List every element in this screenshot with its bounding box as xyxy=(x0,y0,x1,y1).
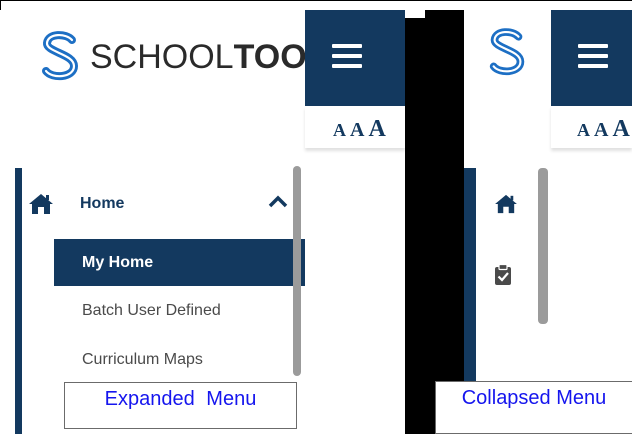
nav-item-home[interactable]: Home xyxy=(28,185,295,223)
clipboard-check-icon xyxy=(495,263,511,285)
nav-subitem-my-home-label: My Home xyxy=(82,253,154,271)
nav-accent-bar xyxy=(15,168,22,434)
collapsed-font-size-bar: A A A xyxy=(551,106,632,148)
schooltool-logo[interactable]: SCHOOLTOOL xyxy=(38,30,327,84)
collapsed-nav-home[interactable] xyxy=(494,194,518,219)
chevron-up-icon[interactable] xyxy=(268,194,288,208)
hamburger-icon[interactable] xyxy=(578,44,608,68)
collapsed-logo[interactable] xyxy=(486,24,530,87)
font-size-controls: A A A xyxy=(333,116,386,143)
nav-item-home-label: Home xyxy=(80,195,125,212)
collapsed-nav-tasks[interactable] xyxy=(494,263,512,291)
font-size-large-button[interactable]: A xyxy=(612,116,629,143)
nav-subitem-batch-user-defined[interactable]: Batch User Defined xyxy=(82,302,221,320)
schooltool-s-logo-icon xyxy=(489,28,525,76)
font-size-medium-button[interactable]: A xyxy=(350,119,364,142)
nav-subitem-curriculum-maps[interactable]: Curriculum Maps xyxy=(82,351,203,369)
frame-top-edge xyxy=(0,0,632,1)
font-size-large-button[interactable]: A xyxy=(368,116,385,143)
font-size-controls: A A A xyxy=(577,116,630,143)
font-size-medium-button[interactable]: A xyxy=(594,119,608,142)
collapsed-sidebar-scrollbar[interactable] xyxy=(538,168,548,324)
hamburger-icon[interactable] xyxy=(332,44,362,68)
expanded-font-size-bar: A A A xyxy=(305,106,405,148)
home-icon xyxy=(29,194,53,214)
divider-top-strip xyxy=(405,10,425,18)
panel-divider xyxy=(405,10,464,434)
nav-subitem-my-home[interactable]: My Home xyxy=(54,239,305,286)
expanded-menu-caption: Expanded Menu xyxy=(64,382,297,429)
home-icon xyxy=(495,194,517,214)
font-size-small-button[interactable]: A xyxy=(333,120,346,141)
collapsed-header-bar xyxy=(551,10,632,106)
logo-wordmark: SCHOOLTOOL xyxy=(90,37,328,76)
collapsed-menu-caption: Collapsed Menu xyxy=(435,381,632,434)
expanded-header-bar xyxy=(305,10,405,106)
schooltool-s-logo-icon xyxy=(42,31,79,81)
expanded-sidebar-scrollbar[interactable] xyxy=(293,166,301,376)
font-size-small-button[interactable]: A xyxy=(577,120,590,141)
